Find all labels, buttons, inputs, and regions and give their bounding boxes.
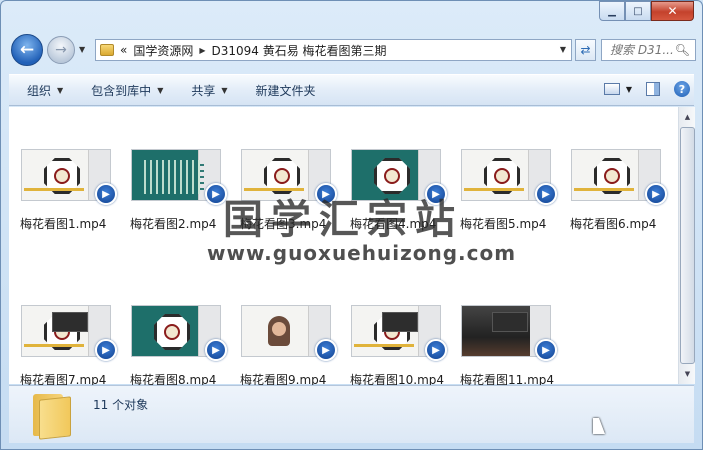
view-options-button[interactable]: ▼ [603, 83, 632, 95]
media-player-icon: ▶ [95, 339, 117, 361]
breadcrumb-separator-icon[interactable]: ▶ [199, 46, 205, 55]
media-player-icon: ▶ [205, 339, 227, 361]
address-bar[interactable]: « 国学资源网 ▶ D31094 黄石易 梅花看图第三期 ▼ [95, 39, 572, 61]
share-menu[interactable]: 共享 ▼ [177, 82, 241, 99]
include-library-label: 包含到库中 [91, 83, 152, 98]
folder-icon [100, 44, 114, 56]
arrow-left-icon: ← [19, 40, 35, 60]
caption-buttons: ▁ □ ✕ [599, 1, 694, 22]
forward-button[interactable]: → [47, 36, 75, 64]
scroll-thumb[interactable] [680, 127, 695, 364]
media-player-icon: ▶ [95, 183, 117, 205]
mouse-cursor-icon [593, 418, 605, 434]
scroll-down-icon[interactable]: ▼ [679, 366, 696, 382]
watermark-url: www.guoxuehuizong.com [207, 241, 517, 265]
media-player-icon: ▶ [535, 183, 557, 205]
command-bar: 组织 ▼ 包含到库中 ▼ 共享 ▼ 新建文件夹 ▼ ? [9, 74, 694, 106]
file-name-label: 梅花看图5.mp4 [460, 217, 547, 231]
breadcrumb-segment-root[interactable]: 国学资源网 [133, 42, 193, 59]
breadcrumb-overflow[interactable]: « [120, 43, 127, 57]
chevron-down-icon: ▼ [625, 84, 632, 94]
vertical-scrollbar[interactable]: ▲ ▼ [678, 107, 695, 384]
search-icon[interactable]: 🔍︎ [675, 43, 690, 57]
recent-pages-dropdown[interactable]: ▼ [79, 45, 85, 54]
maximize-button[interactable]: □ [625, 1, 651, 21]
navigation-bar: ← → ▼ « 国学资源网 ▶ D31094 黄石易 梅花看图第三期 ▼ ⇄ 🔍… [9, 33, 696, 67]
command-bar-right: ▼ ? [603, 81, 690, 97]
scroll-up-icon[interactable]: ▲ [679, 109, 696, 125]
media-player-icon: ▶ [645, 183, 667, 205]
back-button[interactable]: ← [11, 34, 43, 66]
new-folder-label: 新建文件夹 [255, 83, 316, 98]
help-icon[interactable]: ? [674, 81, 690, 97]
search-input[interactable] [610, 43, 674, 57]
file-name-label: 梅花看图6.mp4 [570, 217, 657, 231]
media-player-icon: ▶ [425, 339, 447, 361]
close-button[interactable]: ✕ [651, 1, 694, 21]
organize-menu[interactable]: 组织 ▼ [9, 82, 77, 99]
share-label: 共享 [191, 83, 216, 98]
refresh-button[interactable]: ⇄ [575, 39, 596, 61]
address-dropdown-icon[interactable]: ▼ [560, 45, 566, 54]
folder-icon [29, 392, 71, 440]
close-icon: ✕ [667, 4, 678, 18]
details-pane: 11 个对象 [9, 385, 694, 443]
chevron-down-icon: ▼ [57, 85, 64, 95]
view-options-icon [603, 83, 620, 95]
chevron-down-icon: ▼ [157, 85, 164, 95]
search-box[interactable]: 🔍︎ [601, 39, 696, 61]
breadcrumb-segment-current[interactable]: D31094 黄石易 梅花看图第三期 [212, 42, 387, 59]
media-player-icon: ▶ [535, 339, 557, 361]
include-in-library-menu[interactable]: 包含到库中 ▼ [77, 82, 177, 99]
minimize-icon: ▁ [608, 5, 616, 17]
file-name-label: 梅花看图1.mp4 [20, 217, 107, 231]
file-item[interactable]: ▶ 梅花看图1.mp4 [19, 149, 129, 259]
preview-pane-icon[interactable] [646, 82, 660, 96]
explorer-window: ▁ □ ✕ ← → ▼ « 国学资源网 ▶ D31094 黄石易 梅花看图第三期… [0, 0, 703, 450]
minimize-button[interactable]: ▁ [599, 1, 625, 21]
media-player-icon: ▶ [315, 339, 337, 361]
chevron-down-icon: ▼ [221, 85, 228, 95]
new-folder-button[interactable]: 新建文件夹 [242, 82, 330, 99]
item-count: 11 个对象 [93, 398, 149, 412]
arrow-right-icon: → [55, 42, 67, 58]
watermark-title: 国学汇宗站 [223, 197, 463, 243]
file-item[interactable]: ▶ 梅花看图6.mp4 [569, 149, 679, 259]
refresh-icon: ⇄ [580, 43, 591, 57]
maximize-icon: □ [633, 5, 643, 17]
organize-label: 组织 [27, 83, 52, 98]
